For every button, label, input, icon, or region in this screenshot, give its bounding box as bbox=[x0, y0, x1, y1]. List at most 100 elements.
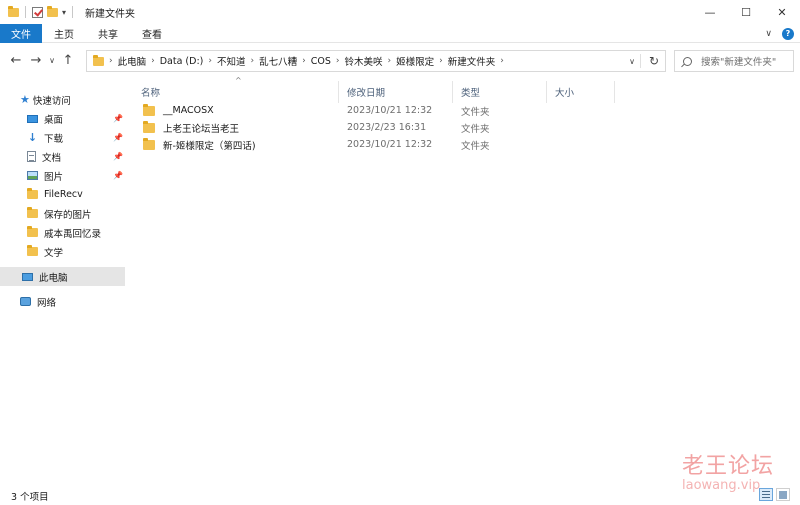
file-name: __MACOSX bbox=[163, 105, 214, 116]
tab-home[interactable]: 主页 bbox=[42, 24, 86, 43]
breadcrumb-luanqibazao[interactable]: 乱七八糟 bbox=[259, 54, 297, 68]
divider bbox=[25, 6, 26, 18]
maximize-button[interactable]: ☐ bbox=[728, 0, 764, 24]
sidebar-item-literature[interactable]: 文学 bbox=[27, 242, 63, 261]
column-header-type[interactable]: 类型 bbox=[453, 81, 547, 103]
folder-icon bbox=[93, 54, 104, 66]
desktop-icon bbox=[27, 114, 38, 123]
sidebar-item-label: 保存的图片 bbox=[44, 209, 92, 221]
address-dropdown-icon[interactable]: ∨ bbox=[629, 51, 635, 71]
sidebar-item-label: 戚本禹回忆录 bbox=[44, 228, 102, 240]
search-input[interactable]: 搜索"新建文件夹" bbox=[674, 50, 794, 72]
column-header-date[interactable]: 修改日期 bbox=[339, 81, 453, 103]
close-button[interactable]: ✕ bbox=[764, 0, 800, 24]
breadcrumb-suzuki-misaki[interactable]: 铃木美咲 bbox=[345, 54, 383, 68]
refresh-icon[interactable]: ↻ bbox=[649, 51, 659, 71]
picture-icon bbox=[27, 171, 38, 180]
folder-icon bbox=[27, 226, 38, 237]
forward-arrow-icon[interactable]: → bbox=[26, 48, 46, 72]
quick-access-toolbar: ▾ bbox=[0, 0, 75, 24]
sidebar-item-label: 网络 bbox=[37, 297, 57, 309]
table-row[interactable]: 上老王论坛当老王 2023/2/23 16:31 文件夹 bbox=[133, 119, 603, 136]
breadcrumb-chevron-icon[interactable]: › bbox=[500, 56, 504, 66]
breadcrumb-chevron-icon[interactable]: › bbox=[208, 56, 212, 66]
breadcrumb-data-d[interactable]: Data (D:) bbox=[160, 56, 204, 67]
download-icon: ↓ bbox=[27, 131, 38, 144]
properties-icon[interactable] bbox=[32, 6, 43, 18]
file-name-cell: 新-姬様限定（第四话) bbox=[143, 136, 256, 153]
sidebar-item-downloads[interactable]: ↓ 下载 bbox=[27, 128, 63, 147]
pin-icon[interactable]: 📌 bbox=[113, 171, 123, 180]
sidebar-item-label: 图片 bbox=[44, 171, 64, 183]
watermark-text: 老王论坛 bbox=[682, 454, 775, 479]
new-folder-icon[interactable] bbox=[47, 5, 58, 17]
breadcrumb-this-pc[interactable]: 此电脑 bbox=[118, 54, 147, 68]
breadcrumb-himesama[interactable]: 姬様限定 bbox=[396, 54, 434, 68]
file-name: 新-姬様限定（第四话) bbox=[163, 140, 256, 152]
details-view-button[interactable] bbox=[759, 488, 773, 501]
sidebar-item-label: 文学 bbox=[44, 247, 64, 259]
sidebar-item-label: 桌面 bbox=[44, 114, 64, 126]
column-header-size[interactable]: 大小 bbox=[547, 81, 615, 103]
customize-dropdown-icon[interactable]: ▾ bbox=[62, 8, 66, 17]
breadcrumb-chevron-icon[interactable]: › bbox=[439, 56, 443, 66]
column-header-name[interactable]: 名称 bbox=[133, 81, 339, 103]
navigation-bar: ← → ∨ ↑ › 此电脑 › Data (D:) › 不知道 › 乱七八糟 ›… bbox=[0, 44, 800, 76]
folder-icon bbox=[143, 120, 155, 133]
divider bbox=[640, 54, 641, 68]
tab-share[interactable]: 共享 bbox=[86, 24, 130, 43]
sidebar-item-label: 快速访问 bbox=[32, 95, 71, 107]
tab-view[interactable]: 查看 bbox=[130, 24, 174, 43]
status-bar: 3 个项目 bbox=[0, 486, 800, 505]
pin-icon[interactable]: 📌 bbox=[113, 133, 123, 142]
sidebar-item-quick-access[interactable]: ★ 快速访问 bbox=[20, 90, 71, 109]
breadcrumb-chevron-icon[interactable]: › bbox=[388, 56, 392, 66]
breadcrumb-chevron-icon[interactable]: › bbox=[109, 56, 113, 66]
recent-locations-chevron-icon[interactable]: ∨ bbox=[46, 48, 58, 72]
tab-file[interactable]: 文件 bbox=[0, 23, 42, 43]
file-type: 文件夹 bbox=[461, 140, 490, 152]
breadcrumb-chevron-icon[interactable]: › bbox=[151, 56, 155, 66]
help-icon[interactable]: ? bbox=[782, 27, 794, 40]
search-icon bbox=[683, 56, 692, 66]
breadcrumb-buzhidao[interactable]: 不知道 bbox=[217, 54, 246, 68]
navigation-pane: ★ 快速访问 桌面 📌 ↓ 下载 📌 文档 📌 图片 📌 FileRecv 保存… bbox=[0, 84, 125, 484]
network-icon bbox=[20, 297, 31, 306]
folder-icon bbox=[143, 103, 155, 116]
breadcrumb-chevron-icon[interactable]: › bbox=[251, 56, 255, 66]
folder-icon bbox=[27, 245, 38, 256]
ribbon-right-controls: ∨ ? bbox=[765, 24, 794, 43]
search-placeholder: 搜索"新建文件夹" bbox=[701, 57, 777, 68]
folder-icon bbox=[27, 188, 38, 199]
folder-icon bbox=[143, 137, 155, 150]
details-view-icon bbox=[762, 491, 770, 498]
sidebar-item-pictures[interactable]: 图片 bbox=[27, 166, 63, 185]
large-icons-view-button[interactable] bbox=[776, 488, 790, 501]
sidebar-item-desktop[interactable]: 桌面 bbox=[27, 109, 63, 128]
table-row[interactable]: 新-姬様限定（第四话) 2023/10/21 12:32 文件夹 bbox=[133, 136, 603, 153]
breadcrumb-chevron-icon[interactable]: › bbox=[302, 56, 306, 66]
table-row[interactable]: __MACOSX 2023/10/21 12:32 文件夹 bbox=[133, 102, 603, 119]
up-arrow-icon[interactable]: ↑ bbox=[58, 48, 78, 72]
breadcrumb-new-folder[interactable]: 新建文件夹 bbox=[448, 54, 496, 68]
sidebar-item-label: FileRecv bbox=[44, 189, 83, 200]
sidebar-item-this-pc[interactable]: 此电脑 bbox=[0, 267, 125, 286]
document-icon bbox=[27, 151, 36, 162]
ribbon-tabs: 文件 主页 共享 查看 ∨ ? bbox=[0, 23, 800, 43]
address-bar[interactable]: › 此电脑 › Data (D:) › 不知道 › 乱七八糟 › COS › 铃… bbox=[86, 50, 666, 72]
expand-ribbon-icon[interactable]: ∨ bbox=[765, 29, 772, 39]
sidebar-item-filerecv[interactable]: FileRecv bbox=[27, 185, 83, 204]
sidebar-item-documents[interactable]: 文档 bbox=[27, 147, 61, 166]
sidebar-item-saved-pictures[interactable]: 保存的图片 bbox=[27, 204, 92, 223]
computer-icon bbox=[22, 272, 33, 281]
file-date: 2023/2/23 16:31 bbox=[347, 122, 427, 133]
pin-icon[interactable]: 📌 bbox=[113, 114, 123, 123]
back-arrow-icon[interactable]: ← bbox=[6, 48, 26, 72]
breadcrumb-cos[interactable]: COS bbox=[311, 56, 331, 67]
file-type: 文件夹 bbox=[461, 106, 490, 118]
minimize-button[interactable]: — bbox=[692, 0, 728, 24]
pin-icon[interactable]: 📌 bbox=[113, 152, 123, 161]
sidebar-item-network[interactable]: 网络 bbox=[20, 292, 56, 311]
sidebar-item-memoir[interactable]: 戚本禹回忆录 bbox=[27, 223, 101, 242]
breadcrumb-chevron-icon[interactable]: › bbox=[336, 56, 340, 66]
